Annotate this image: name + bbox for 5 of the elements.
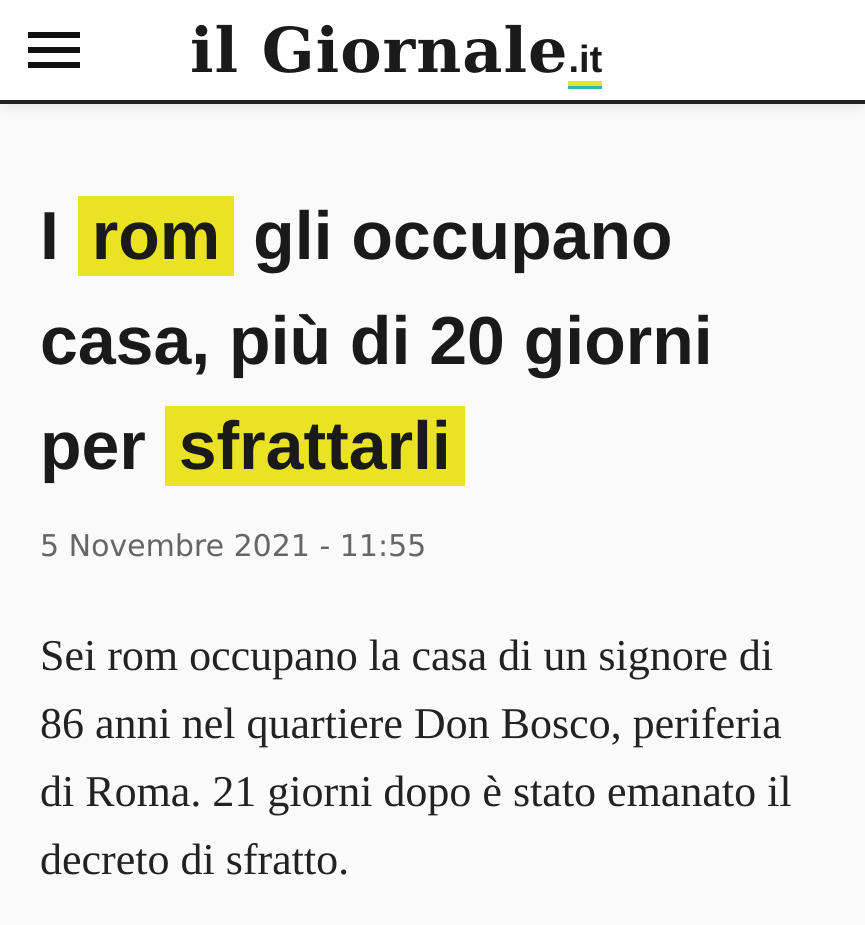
article-headline: I rom gli occupano casa, più di 20 giorni per sfrattarli — [40, 195, 714, 488]
menu-icon[interactable] — [28, 30, 80, 70]
publish-date: 5 Novembre 2021 - 11:55 — [40, 529, 428, 564]
site-logo[interactable]: il Giornale.it — [190, 14, 602, 86]
article-body: Sei rom occupano la casa di un signore di 86 anni nel quartiere Don Bosco, periferia di Roma. 21 giorni dopo è stato emanato il decreto di sfratto. — [40, 630, 793, 886]
